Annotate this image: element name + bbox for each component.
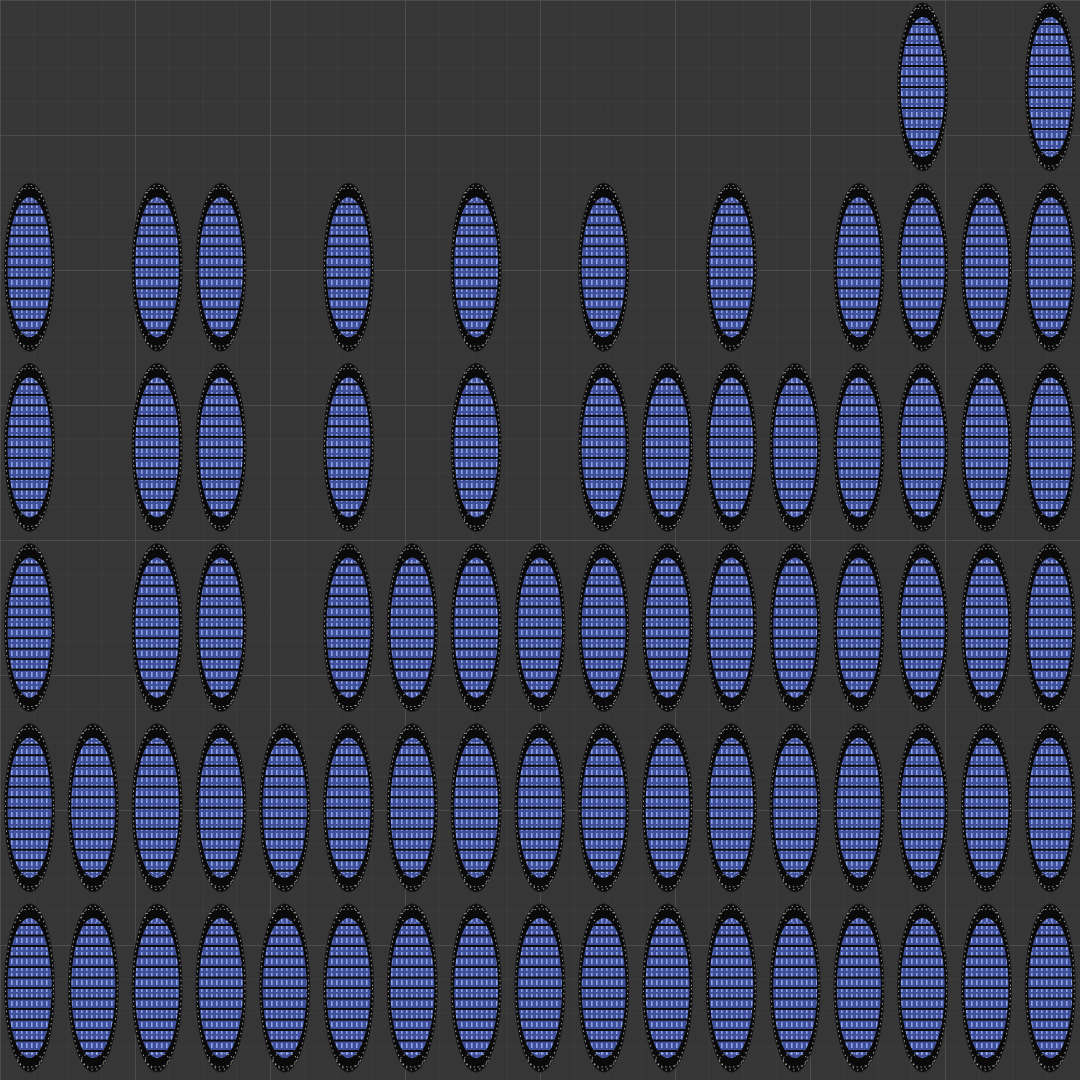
uv-island[interactable] (450, 903, 502, 1073)
uv-island[interactable] (961, 362, 1012, 532)
uv-island[interactable] (833, 543, 885, 713)
uv-island[interactable] (131, 903, 183, 1073)
uv-island[interactable] (642, 903, 693, 1073)
uv-island[interactable] (131, 543, 183, 713)
uv-island[interactable] (323, 362, 374, 532)
uv-island[interactable] (769, 362, 821, 532)
uv-island[interactable] (4, 903, 55, 1073)
uv-island[interactable] (961, 903, 1012, 1073)
uv-island[interactable] (514, 543, 566, 713)
uv-island[interactable] (1024, 903, 1076, 1073)
uv-island[interactable] (323, 903, 374, 1073)
uv-island[interactable] (1024, 182, 1076, 352)
uv-island[interactable] (386, 543, 438, 713)
uv-island[interactable] (1024, 723, 1076, 893)
uv-island[interactable] (897, 2, 949, 172)
uv-island[interactable] (642, 723, 693, 893)
uv-island[interactable] (4, 182, 55, 352)
uv-island[interactable] (1024, 543, 1076, 713)
uv-island[interactable] (642, 543, 693, 713)
uv-island[interactable] (67, 723, 119, 893)
uv-island[interactable] (897, 903, 949, 1073)
uv-island[interactable] (1024, 2, 1076, 172)
uv-island[interactable] (705, 362, 757, 532)
uv-island[interactable] (769, 543, 821, 713)
uv-island[interactable] (131, 362, 183, 532)
uv-island[interactable] (833, 903, 885, 1073)
uv-island[interactable] (642, 362, 693, 532)
uv-island[interactable] (578, 362, 630, 532)
uv-island[interactable] (195, 723, 247, 893)
uv-island[interactable] (961, 182, 1012, 352)
uv-island[interactable] (897, 182, 949, 352)
uv-island[interactable] (67, 903, 119, 1073)
uv-island[interactable] (897, 362, 949, 532)
uv-editor-viewport[interactable] (0, 0, 1080, 1080)
uv-island[interactable] (4, 362, 55, 532)
uv-island[interactable] (450, 362, 502, 532)
uv-island[interactable] (323, 723, 374, 893)
uv-island[interactable] (961, 543, 1012, 713)
uv-island[interactable] (578, 543, 630, 713)
uv-island[interactable] (259, 723, 311, 893)
uv-island[interactable] (705, 723, 757, 893)
uv-islands-layer[interactable] (0, 0, 1080, 1080)
uv-island[interactable] (514, 723, 566, 893)
uv-island[interactable] (386, 903, 438, 1073)
uv-island[interactable] (514, 903, 566, 1073)
uv-island[interactable] (705, 903, 757, 1073)
uv-island[interactable] (450, 182, 502, 352)
uv-island[interactable] (897, 723, 949, 893)
uv-island[interactable] (705, 182, 757, 352)
uv-island[interactable] (578, 182, 630, 352)
uv-island[interactable] (769, 723, 821, 893)
uv-island[interactable] (4, 543, 55, 713)
uv-island[interactable] (833, 182, 885, 352)
uv-island[interactable] (450, 543, 502, 713)
uv-island[interactable] (4, 723, 55, 893)
uv-island[interactable] (195, 182, 247, 352)
uv-island[interactable] (1024, 362, 1076, 532)
uv-island[interactable] (386, 723, 438, 893)
uv-island[interactable] (131, 182, 183, 352)
uv-island[interactable] (259, 903, 311, 1073)
uv-island[interactable] (323, 543, 374, 713)
uv-island[interactable] (833, 723, 885, 893)
uv-island[interactable] (769, 903, 821, 1073)
uv-island[interactable] (323, 182, 374, 352)
uv-island[interactable] (897, 543, 949, 713)
uv-island[interactable] (578, 723, 630, 893)
uv-island[interactable] (195, 362, 247, 532)
uv-island[interactable] (961, 723, 1012, 893)
uv-island[interactable] (131, 723, 183, 893)
uv-island[interactable] (578, 903, 630, 1073)
uv-island[interactable] (705, 543, 757, 713)
uv-island[interactable] (833, 362, 885, 532)
uv-island[interactable] (195, 903, 247, 1073)
uv-island[interactable] (450, 723, 502, 893)
uv-island[interactable] (195, 543, 247, 713)
